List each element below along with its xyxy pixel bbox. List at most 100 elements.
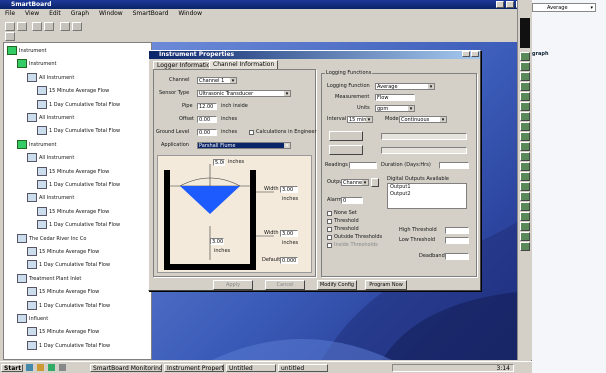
desktop-dropdown[interactable]: Average ▾ [532,3,596,12]
width1-input[interactable]: 3.00 [280,186,298,193]
tree-item[interactable]: 1 Day Cumulative Total Flow [37,180,120,189]
task-untitled[interactable]: Untitled [226,364,276,372]
units-select[interactable]: gpm [375,105,415,112]
readings-input[interactable] [349,162,377,169]
tree-item[interactable]: 15 Minute Average Flow [37,206,109,216]
interval-select[interactable]: 15 min [347,116,373,123]
application-select[interactable]: Parshall Flume [197,142,291,149]
tree-item[interactable]: 15 Minute Average Flow [37,166,109,176]
tree-item[interactable]: 15 Minute Average Flow [37,86,109,96]
tree-item[interactable]: All Instrument [27,113,74,122]
tool-button-17[interactable] [520,212,530,221]
tool-button-13[interactable] [520,172,530,181]
menu-graph[interactable]: Graph [71,10,89,17]
tree-item[interactable]: Instrument [17,139,57,149]
save-icon[interactable] [32,22,42,31]
tool-button-16[interactable] [520,202,530,211]
tree-item[interactable]: 1 Day Cumulative Total Flow [37,99,120,109]
table-icon[interactable] [72,22,82,31]
tool-button-1[interactable] [520,52,530,61]
offset-input[interactable]: 0.00 [197,116,217,123]
tool-button-10[interactable] [520,142,530,151]
tool-button-15[interactable] [520,192,530,201]
tool-button-6[interactable] [520,102,530,111]
print-icon[interactable] [44,22,54,31]
app-icon[interactable] [47,364,55,371]
tree-item[interactable]: All Instrument [27,72,74,82]
tool-button-3[interactable] [520,72,530,81]
alarm-input[interactable]: 0 [341,197,363,204]
tree-item[interactable]: 1 Day Cumulative Total Flow [27,260,110,270]
depth-input[interactable]: 3.00 [210,238,224,245]
menu-window[interactable]: Window [99,10,123,17]
minimize-button[interactable] [496,1,504,8]
tool-button-11[interactable] [520,152,530,161]
task-smartboard[interactable]: SmartBoard Monitoring System... [90,364,162,372]
menu-smartboard[interactable]: SmartBoard [133,10,169,17]
disabled-button-1[interactable] [329,131,363,141]
instrument-tree[interactable]: Instrument Instrument All Instrument 15 Min… [3,42,152,360]
ground-level-input[interactable]: 0.00 [197,129,217,136]
outside-thresholds-checkbox[interactable] [327,235,332,240]
tool-button-9[interactable] [520,132,530,141]
apply-button[interactable]: Apply [213,280,253,290]
start-button[interactable]: Start [1,364,23,372]
top-value-input[interactable]: 5.00 [213,159,225,166]
calculations-checkbox[interactable] [249,130,254,135]
mode-select[interactable]: Continuous [399,116,447,123]
high-threshold-input[interactable] [445,227,469,234]
tree-item[interactable]: Treatment Plant Inlet [17,273,81,283]
tool-button-20[interactable] [520,242,530,251]
tool-button-5[interactable] [520,92,530,101]
tree-item[interactable]: 1 Day Cumulative Total Flow [27,340,110,350]
digital-output-item[interactable]: Output2 [388,191,466,198]
inside-thresholds-checkbox[interactable] [327,243,332,248]
tree-item[interactable]: 1 Day Cumulative Total Flow [27,300,110,310]
tool-button-4[interactable] [520,82,530,91]
task-untitled-2[interactable]: untitled [278,364,328,372]
cancel-button[interactable]: Cancel [265,280,305,290]
threshold-checkbox-2[interactable] [327,227,332,232]
modify-config-button[interactable]: Modify Config [317,280,357,290]
dialog-close-button[interactable] [471,51,479,57]
tool-button-18[interactable] [520,222,530,231]
tree-item[interactable]: The Cedar River Inc Co [17,233,86,243]
width2-input[interactable]: 3.00 [280,230,298,237]
low-threshold-input[interactable] [445,237,469,244]
tree-item[interactable]: All Instrument [27,193,74,203]
tool-button-12[interactable] [520,162,530,171]
desktop-icon[interactable] [58,364,66,371]
ie-icon[interactable] [26,364,33,371]
tree-item[interactable]: All Instrument [27,153,74,163]
disabled-button-2[interactable] [329,145,363,155]
new-icon[interactable] [5,22,15,31]
menu-view[interactable]: View [25,10,39,17]
tree-item[interactable]: 1 Day Cumulative Total Flow [37,126,120,136]
output-button[interactable] [371,178,379,187]
tool-button-19[interactable] [520,232,530,241]
help-icon[interactable] [5,32,15,41]
graph-icon[interactable] [60,22,70,31]
program-now-button[interactable]: Program Now [365,280,407,290]
tree-item[interactable]: Instrument [17,59,57,69]
menu-file[interactable]: File [5,10,15,17]
folder-icon[interactable] [36,364,44,371]
tool-button-2[interactable] [520,62,530,71]
pipe-input[interactable]: 12.00 [197,103,217,110]
none-set-checkbox[interactable] [327,211,332,216]
tree-item[interactable]: 15 Minute Average Flow [27,247,99,256]
deadband-input[interactable] [445,253,469,260]
maximize-button[interactable] [506,1,514,8]
sensor-type-select[interactable]: Ultrasonic Transducer [197,90,291,97]
tree-item[interactable]: 1 Day Cumulative Total Flow [37,220,120,230]
channel-select[interactable]: Channel 1 [197,77,237,84]
tree-item[interactable]: Influent [17,314,48,323]
measurement-input[interactable]: Flow [375,94,415,101]
tool-button-7[interactable] [520,112,530,121]
tool-button-14[interactable] [520,182,530,191]
duration-input[interactable] [439,162,469,169]
digital-outputs-list[interactable]: Output1 Output2 [387,183,467,209]
open-icon[interactable] [17,22,27,31]
tree-item[interactable]: 15 Minute Average Flow [27,327,99,337]
tab-channel-information[interactable]: Channel Information [209,60,279,69]
